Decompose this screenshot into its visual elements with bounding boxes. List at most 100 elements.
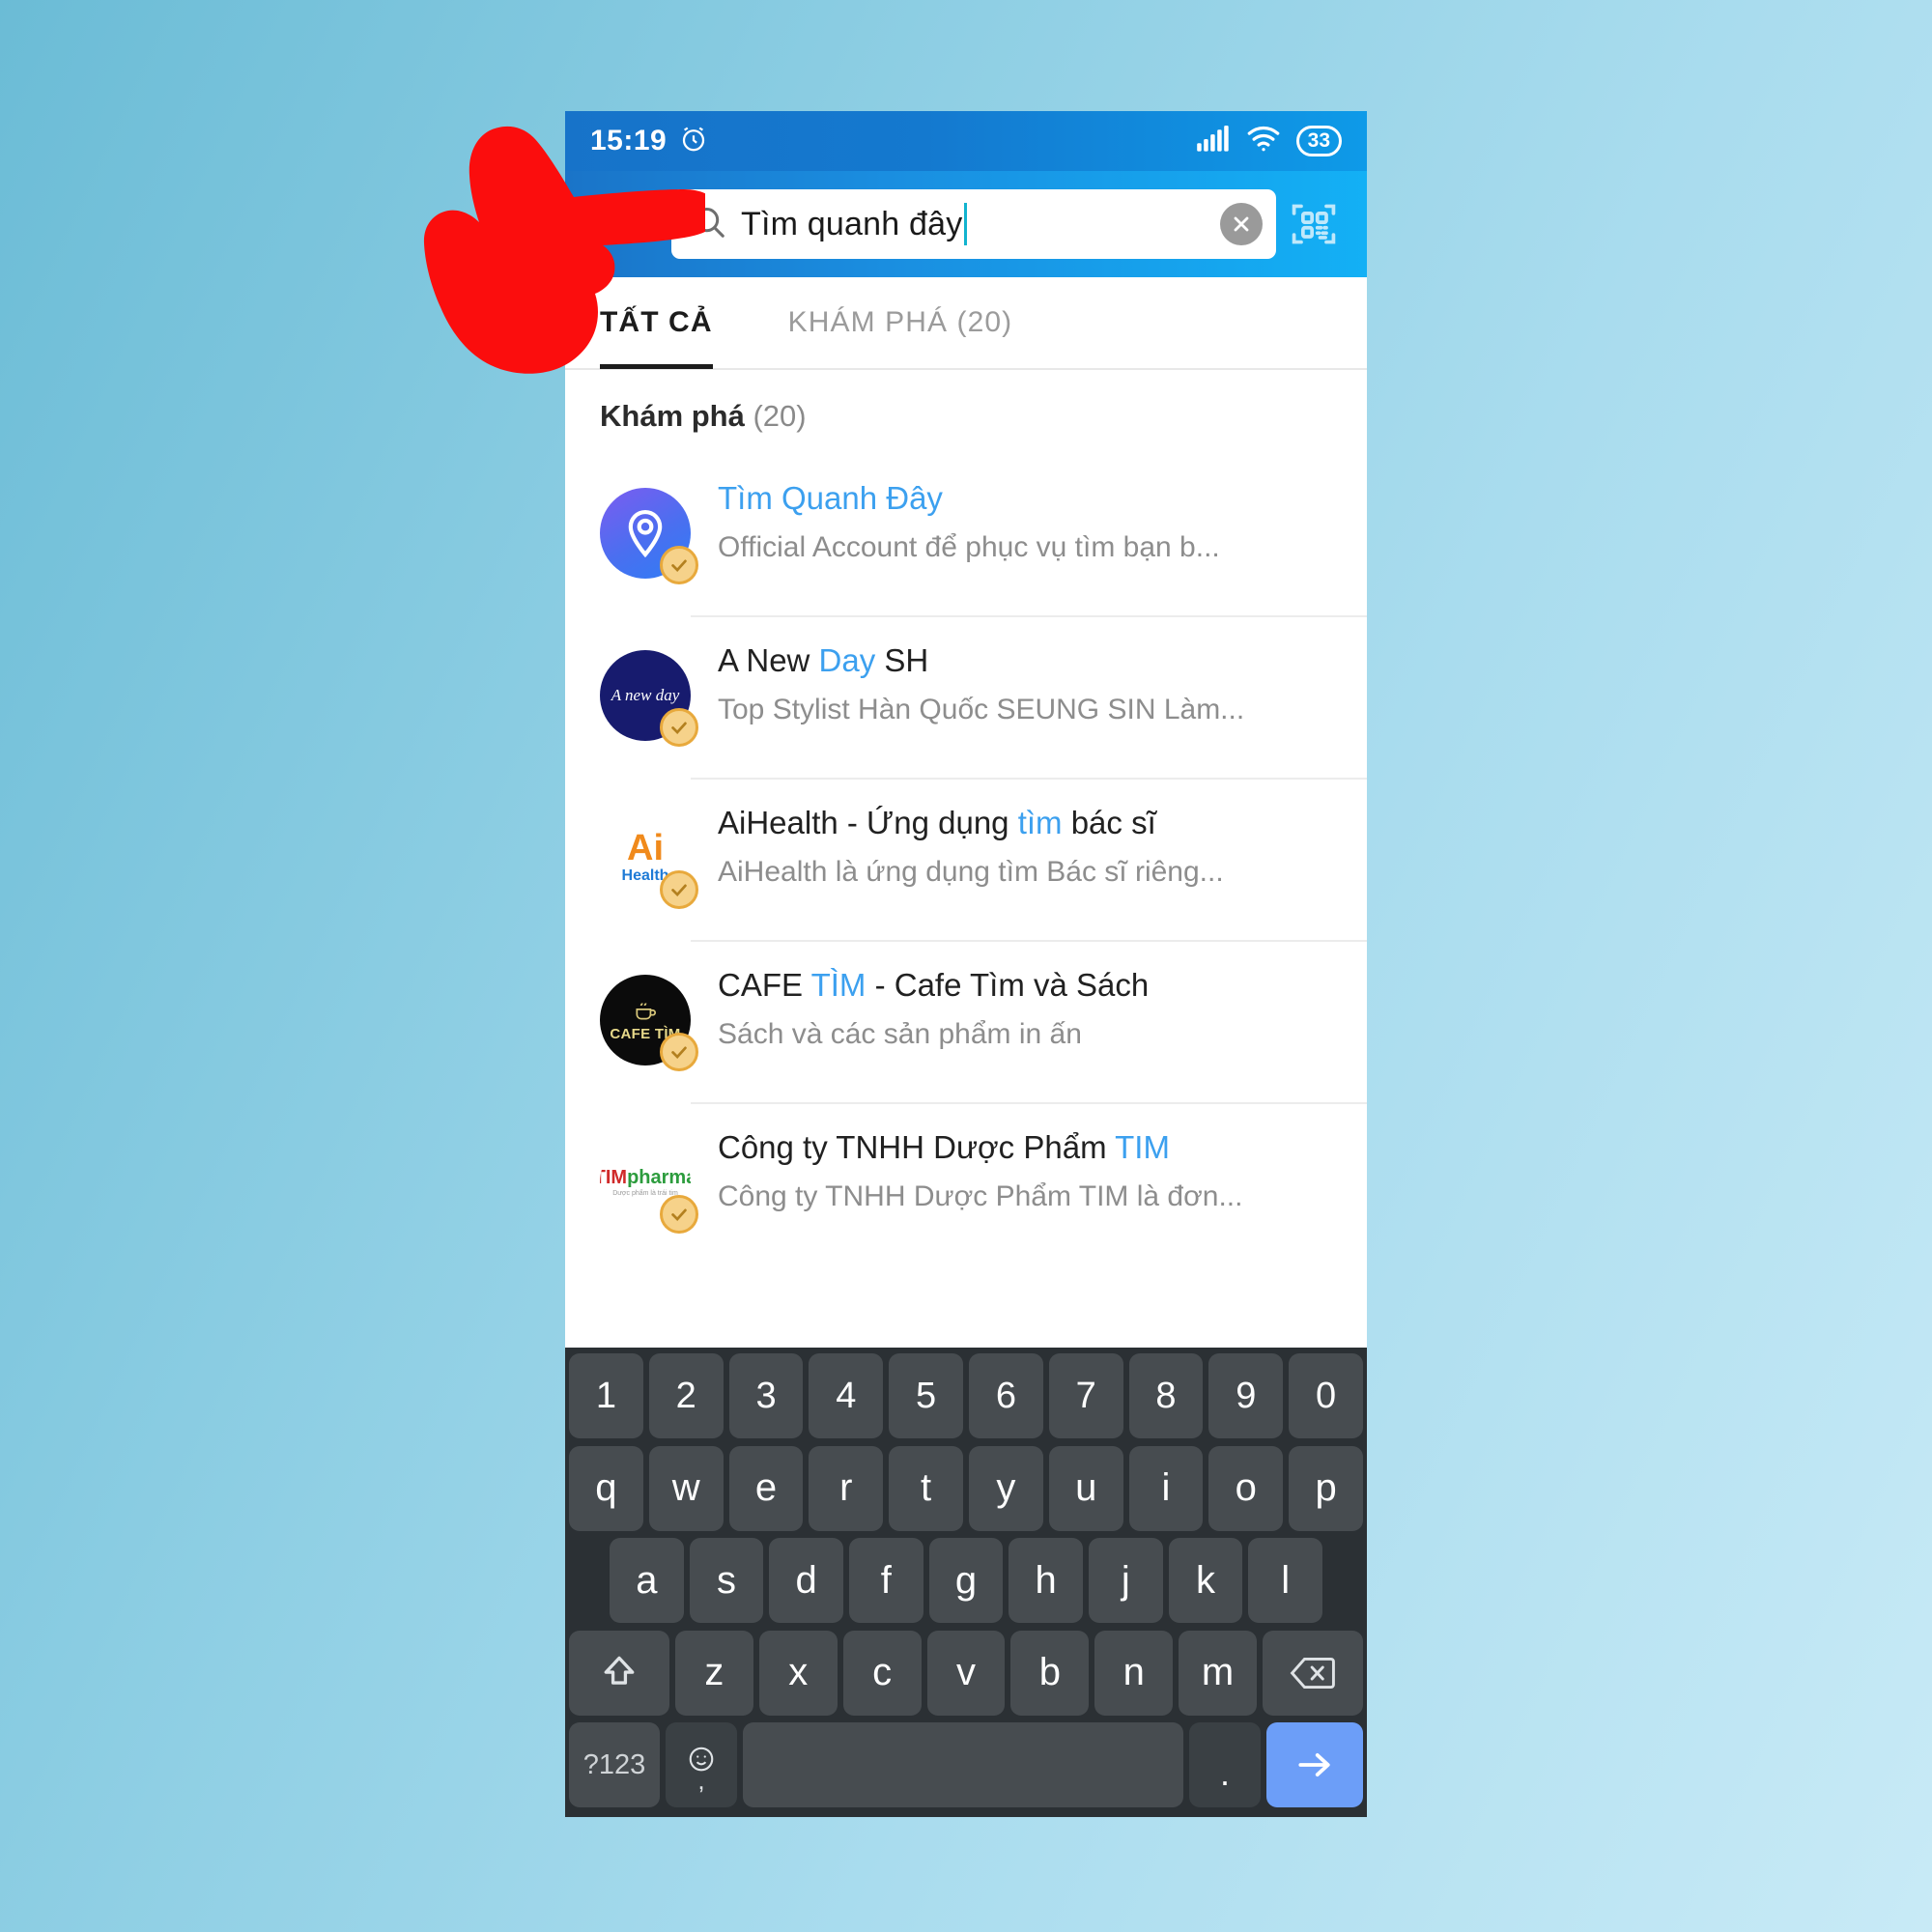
key-y[interactable]: y [969, 1445, 1043, 1531]
key-z[interactable]: z [675, 1630, 753, 1716]
verified-badge-icon [660, 1195, 698, 1234]
backspace-icon[interactable] [1263, 1630, 1364, 1716]
list-item-title: AiHealth - Ứng dụng tìm bác sĩ [718, 807, 1367, 838]
list-item[interactable]: A new day A New Day SH Top Stylist Hàn Q… [565, 617, 1367, 780]
avatar: CAFE TÌM [600, 975, 698, 1071]
list-item-title-pre: Công ty TNHH Dược Phẩm [718, 1129, 1116, 1165]
shift-arrow-icon[interactable] [569, 1630, 669, 1716]
avatar: TIMpharma Dược phẩm là trái tim [600, 1137, 698, 1234]
space-key[interactable] [743, 1722, 1183, 1807]
tab-kham-pha-label: KHÁM PHÁ (20) [787, 306, 1013, 338]
verified-badge-icon [660, 1033, 698, 1071]
key-s[interactable]: s [689, 1538, 764, 1623]
search-input[interactable]: Tìm quanh đây [671, 189, 1276, 259]
key-8[interactable]: 8 [1128, 1353, 1204, 1438]
key-d[interactable]: d [769, 1538, 843, 1623]
key-r[interactable]: r [809, 1445, 884, 1531]
key-6[interactable]: 6 [969, 1353, 1043, 1438]
keyboard-row-qwerty: q w e r t y u i o p [569, 1445, 1363, 1531]
list-item-title-pre: CAFE [718, 967, 811, 1003]
battery-indicator: 33 [1295, 126, 1342, 156]
key-0[interactable]: 0 [1289, 1353, 1363, 1438]
avatar: A new day [600, 650, 698, 747]
verified-badge-icon [660, 870, 698, 909]
list-item-subtitle: Top Stylist Hàn Quốc SEUNG SIN Làm... [718, 694, 1245, 725]
key-2[interactable]: 2 [648, 1353, 724, 1438]
list-item-subtitle: Sách và các sản phẩm in ấn [718, 1018, 1082, 1050]
key-9[interactable]: 9 [1208, 1353, 1284, 1438]
list-item-title-match: Day [818, 642, 876, 678]
list-item-subtitle: Công ty TNHH Dược Phẩm TIM là đơn... [718, 1180, 1243, 1212]
section-header: Khám phá (20) [565, 370, 1367, 455]
list-item[interactable]: TIMpharma Dược phẩm là trái tim Công ty … [565, 1104, 1367, 1266]
red-pointing-hand-icon [415, 116, 720, 377]
key-4[interactable]: 4 [809, 1353, 884, 1438]
verified-badge-icon [660, 708, 698, 747]
list-item-subtitle: Official Account để phục vụ tìm bạn b... [718, 531, 1220, 563]
key-h[interactable]: h [1009, 1538, 1084, 1623]
key-t[interactable]: t [889, 1445, 963, 1531]
list-item[interactable]: Tìm Quanh Đây Official Account để phục v… [565, 455, 1367, 617]
key-v[interactable]: v [926, 1630, 1006, 1716]
keyboard-row-space: ?123 , . [569, 1722, 1363, 1807]
key-5[interactable]: 5 [889, 1353, 963, 1438]
key-j[interactable]: j [1089, 1538, 1163, 1623]
list-item-title-match: TÌM [810, 967, 867, 1003]
key-f[interactable]: f [849, 1538, 923, 1623]
key-p[interactable]: p [1289, 1445, 1363, 1531]
verified-badge-icon [660, 546, 698, 584]
emoji-smiley-icon[interactable]: , [666, 1722, 737, 1807]
list-item-title-post: bác sĩ [1062, 805, 1156, 840]
key-e[interactable]: e [728, 1445, 804, 1531]
key-i[interactable]: i [1128, 1445, 1204, 1531]
list-item[interactable]: Ai Health AiHealth - Ứng dụng tìm bác sĩ… [565, 780, 1367, 942]
list-item-title-match: TIM [1115, 1129, 1170, 1165]
list-item-title-pre: A New [718, 642, 819, 678]
key-1[interactable]: 1 [569, 1353, 643, 1438]
list-item-title: A New Day SH [718, 644, 1367, 676]
list-item-title: Tìm Quanh Đây [718, 482, 1367, 514]
key-k[interactable]: k [1168, 1538, 1243, 1623]
list-item-title: Công ty TNHH Dược Phẩm TIM [718, 1131, 1367, 1163]
period-key[interactable]: . [1189, 1722, 1261, 1807]
key-3[interactable]: 3 [728, 1353, 804, 1438]
key-w[interactable]: w [648, 1445, 724, 1531]
key-7[interactable]: 7 [1048, 1353, 1123, 1438]
tim-pharma-logo-text: TIM [600, 1167, 628, 1188]
battery-level: 33 [1307, 129, 1330, 152]
keyboard-row-bottom: z x c v b n m [569, 1630, 1364, 1716]
section-title: Khám phá [600, 399, 745, 433]
key-m[interactable]: m [1179, 1630, 1258, 1716]
list-item-title: CAFE TÌM - Cafe Tìm và Sách [718, 969, 1367, 1001]
list-item-title-match: tìm [1017, 805, 1063, 840]
a-new-day-sh-logo-text: A new day [611, 685, 680, 704]
key-b[interactable]: b [1010, 1630, 1090, 1716]
section-count: (20) [753, 399, 807, 433]
avatar: Ai Health [600, 812, 698, 909]
list-item-title-match: Tìm Quanh Đây [718, 480, 943, 516]
clear-circle-icon[interactable] [1220, 203, 1263, 245]
list-item[interactable]: CAFE TÌM CAFE TÌM - Cafe Tìm và Sách Sác… [565, 942, 1367, 1104]
text-caret [964, 203, 968, 245]
key-g[interactable]: g [928, 1538, 1004, 1623]
key-c[interactable]: c [842, 1630, 922, 1716]
key-x[interactable]: x [758, 1630, 838, 1716]
list-item-title-post: - Cafe Tìm và Sách [866, 967, 1150, 1003]
key-o[interactable]: o [1208, 1445, 1284, 1531]
on-screen-keyboard: 1 2 3 4 5 6 7 8 9 0 q w e r t y u i o p … [565, 1348, 1367, 1817]
results-list: Tìm Quanh Đây Official Account để phục v… [565, 455, 1367, 1266]
tab-kham-pha[interactable]: KHÁM PHÁ (20) [788, 276, 1013, 369]
key-u[interactable]: u [1048, 1445, 1123, 1531]
key-q[interactable]: q [569, 1445, 643, 1531]
list-item-title-post: SH [875, 642, 929, 678]
key-l[interactable]: l [1248, 1538, 1323, 1623]
enter-arrow-icon[interactable] [1266, 1722, 1363, 1807]
key-n[interactable]: n [1094, 1630, 1174, 1716]
comma-key-label: , [697, 1765, 705, 1795]
list-item-title-pre: AiHealth - Ứng dụng [718, 805, 1018, 840]
keyboard-row-home: a s d f g h j k l [569, 1538, 1363, 1623]
keyboard-row-numbers: 1 2 3 4 5 6 7 8 9 0 [569, 1353, 1363, 1438]
symbols-key[interactable]: ?123 [569, 1722, 660, 1807]
key-a[interactable]: a [609, 1538, 684, 1623]
qr-scan-icon[interactable] [1276, 199, 1351, 249]
